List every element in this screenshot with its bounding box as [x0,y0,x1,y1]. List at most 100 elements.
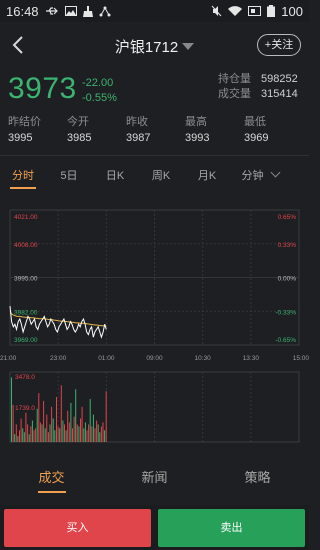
sim-icon [248,6,262,16]
x-tick-label: 13:30 [243,355,260,362]
volume-bar [102,422,104,442]
high-value: 3993 [185,132,210,144]
y-pct-tick-label: 0.65% [278,214,297,221]
y-tick-label: 4008.00 [14,242,38,249]
x-tick-label: 01:00 [98,355,115,362]
last-price: 3973 [8,72,77,105]
volume-bar [94,428,96,442]
volume-bar [52,418,54,442]
volume-tick-label: 3478.0 [15,374,35,381]
volume-bar [104,430,106,442]
nav-bar: 沪银1712 +关注 [0,22,309,68]
x-tick-label: 21:00 [0,355,17,362]
volume-bar [72,428,73,442]
chevron-down-icon [270,167,280,178]
volume-bar [60,385,62,442]
share-icon [99,6,111,16]
x-tick-label: 15:00 [293,355,309,362]
tab-minute[interactable]: 分钟 [230,167,290,183]
volume-bar [100,426,102,442]
open-value: 3985 [67,132,92,144]
volume-bar [39,422,41,442]
volume-bar [15,424,17,442]
follow-button[interactable]: +关注 [257,34,301,56]
cleaner-icon [82,5,93,17]
page-title: 沪银1712 [114,39,179,56]
volume-bar [47,432,49,442]
volume-bar [56,397,57,442]
battery-icon [267,5,276,17]
tab-intraday[interactable]: 分时 [0,167,46,183]
volume-bar [62,420,64,442]
volume-bar [44,428,46,442]
volume-bar [73,416,75,442]
low-value: 3969 [244,132,269,144]
change-percent: -0.55% [82,92,117,104]
caret-down-icon [182,43,195,50]
tab-weekly-k[interactable]: 周K [138,167,184,183]
volume-bar [68,422,70,442]
volume-bar [14,434,16,442]
volume-bar [81,406,83,442]
volume-bar [84,422,86,442]
intraday-chart[interactable]: 4021.00 4008.00 3995.00 3982.00 3969.00 0.65%… [0,198,309,458]
prev-close-label: 昨收 [126,116,148,128]
volume-bar [75,389,77,442]
volume-bar [67,410,69,442]
volume-bar [49,424,51,442]
trade-actions: 买入 卖出 [0,505,309,550]
volume-bar [36,408,38,442]
volume-bar [80,418,81,442]
volume-bar [28,434,30,442]
open-interest-value: 598252 [261,73,298,85]
volume-tick-label: 1739.0 [15,405,35,412]
volume-bar [105,391,107,442]
status-bar: 16:48 100 [0,0,309,22]
active-detail-tab-indicator [38,491,66,493]
volume-bar [59,428,61,442]
image-icon [64,6,77,16]
tab-news[interactable]: 新闻 [103,463,206,495]
usb-icon [45,7,58,15]
prev-close-value: 3987 [126,132,151,144]
volume-bar [83,428,85,442]
volume-bar [19,430,20,442]
sell-button[interactable]: 卖出 [158,509,305,547]
tab-minute-label: 分钟 [241,170,264,182]
volume-bar [23,432,25,442]
y-pct-tick-label: 0.33% [278,242,297,249]
volume-bar [41,424,43,442]
volume-bar [54,430,56,442]
tab-monthly-k[interactable]: 月K [184,167,230,183]
y-tick-label: 3995.00 [14,276,38,283]
volume-bar [76,424,78,442]
tab-daily-k[interactable]: 日K [92,167,138,183]
low-label: 最低 [244,116,266,128]
volume-bar [97,424,99,442]
volume-bar [51,406,53,442]
volume-bar [89,399,91,442]
y-tick-label: 4021.00 [14,214,38,221]
buy-button[interactable]: 买入 [4,509,151,547]
volume-bar [65,430,67,442]
battery-level: 100 [281,3,303,19]
open-interest-label: 持仓量 [218,73,251,85]
volume-bar [57,426,59,442]
period-tabs: 分时 5日 日K 周K 月K 分钟 [0,160,309,190]
settle-value: 3995 [8,132,33,144]
volume-bar [25,412,27,442]
volume-bar [86,430,88,442]
volume-label: 成交量 [218,88,251,100]
x-tick-label: 23:00 [50,355,67,362]
x-tick-label: 10:30 [195,355,212,362]
volume-bar [27,424,29,442]
mute-icon [211,5,222,17]
volume-bar [88,424,90,442]
wifi-icon [228,5,243,16]
y-pct-tick-label: -0.65% [275,337,296,344]
open-label: 今开 [67,116,89,128]
change-value: -22.00 [82,77,114,89]
tab-strategy[interactable]: 策略 [206,463,309,495]
tab-5day[interactable]: 5日 [46,167,92,183]
quote-grid: 昨结价 今开 昨收 最高 最低 3995 3985 3987 3993 3969 [8,114,303,146]
